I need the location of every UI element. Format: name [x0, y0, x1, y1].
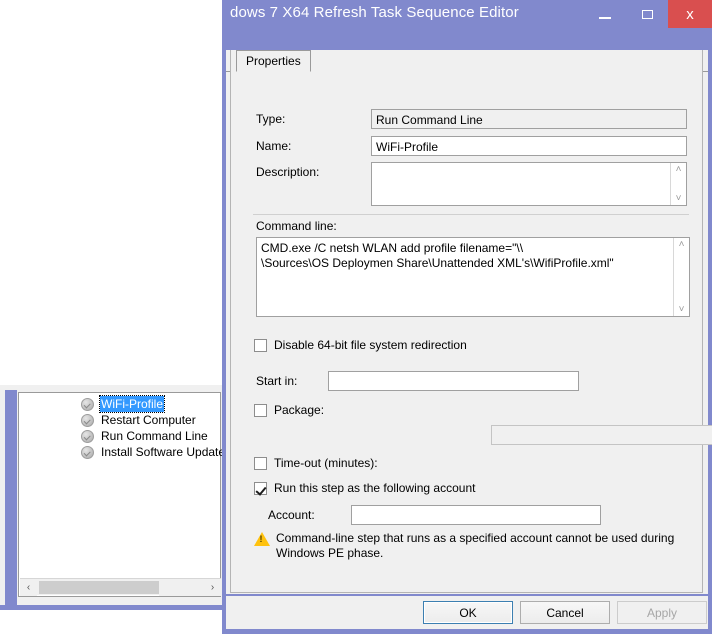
task-sequence-tree-panel[interactable]: WiFi-Profile Restart Computer Run Comman… [18, 392, 231, 597]
maximize-icon [641, 9, 653, 19]
command-line-input[interactable]: CMD.exe /C netsh WLAN add profile filena… [256, 237, 690, 317]
scroll-down-icon[interactable]: ˅ [679, 305, 685, 315]
task-sequence-tree-list: WiFi-Profile Restart Computer Run Comman… [19, 395, 231, 460]
close-button[interactable]: x [668, 0, 712, 28]
scrollbar-track[interactable] [159, 578, 204, 596]
maximize-button[interactable] [626, 0, 668, 28]
command-line-scrollbar[interactable]: ˄ ˅ [673, 238, 689, 316]
description-input[interactable]: ˄ ˅ [371, 162, 687, 206]
tab-properties[interactable]: Properties [236, 50, 311, 72]
tree-item-restart-computer[interactable]: Restart Computer [19, 412, 220, 428]
properties-tab-panel: Type: Run Command Line Name: WiFi-Profil… [230, 50, 712, 593]
task-sequence-editor-dialog: dows 7 X64 Refresh Task Sequence Editor … [222, 0, 712, 634]
apply-button: Apply [617, 601, 707, 624]
minimize-button[interactable] [584, 0, 626, 28]
start-in-label: Start in: [256, 374, 298, 388]
section-divider [253, 214, 689, 215]
tree-item-install-software-updates[interactable]: Install Software Updates [19, 444, 231, 460]
scroll-up-icon[interactable]: ˄ [679, 240, 685, 250]
package-input [491, 425, 712, 445]
scroll-right-arrow-icon[interactable]: › [204, 578, 221, 596]
type-value: Run Command Line [371, 109, 687, 129]
start-in-input[interactable] [328, 371, 579, 391]
disable-redirection-checkbox-row[interactable]: Disable 64-bit file system redirection [254, 338, 467, 352]
timeout-checkbox[interactable] [254, 456, 267, 470]
ok-button[interactable]: OK [423, 601, 513, 624]
type-label: Type: [256, 112, 286, 126]
disable-redirection-label: Disable 64-bit file system redirection [274, 338, 467, 352]
command-line-text[interactable]: CMD.exe /C netsh WLAN add profile filena… [257, 238, 673, 316]
scrollbar-thumb[interactable] [39, 580, 159, 594]
tree-item-wifi-profile[interactable]: WiFi-Profile [19, 395, 220, 413]
warning-icon [254, 532, 270, 546]
minimize-icon [599, 17, 611, 19]
window-controls: x [584, 0, 712, 28]
package-checkbox[interactable] [254, 403, 267, 417]
dialog-title: dows 7 X64 Refresh Task Sequence Editor [230, 4, 519, 21]
description-label: Description: [256, 165, 320, 179]
run-as-account-checkbox[interactable] [254, 481, 267, 495]
step-check-icon [81, 413, 94, 427]
tree-item-label: Install Software Updates [101, 445, 232, 459]
package-checkbox-row[interactable]: Package: [254, 403, 324, 417]
command-line-label: Command line: [256, 219, 337, 233]
timeout-checkbox-row[interactable]: Time-out (minutes): [254, 456, 378, 470]
name-label: Name: [256, 139, 292, 153]
step-check-icon [81, 445, 94, 459]
name-input[interactable]: WiFi-Profile [371, 136, 687, 156]
description-text[interactable] [372, 163, 670, 205]
run-as-account-label: Run this step as the following account [274, 481, 476, 495]
scroll-down-icon[interactable]: ˅ [676, 194, 682, 204]
description-scrollbar[interactable]: ˄ ˅ [670, 163, 686, 205]
screenshot-root: WiFi-Profile Restart Computer Run Comman… [0, 0, 712, 643]
warning-text: Command-line step that runs as a specifi… [276, 531, 675, 560]
dialog-bottom-edge [222, 629, 712, 634]
dialog-footer: OK Cancel Apply [226, 596, 708, 629]
tree-item-label: Run Command Line [101, 429, 208, 443]
timeout-label: Time-out (minutes): [274, 456, 378, 470]
dialog-body: Properties Options Type: Run Command Lin… [226, 50, 712, 594]
scroll-left-arrow-icon[interactable]: ‹ [20, 578, 37, 596]
account-label: Account: [268, 508, 315, 522]
parent-window-bottom-border [0, 605, 238, 610]
tree-item-label: Restart Computer [101, 413, 196, 427]
step-check-icon [81, 397, 94, 411]
cancel-button[interactable]: Cancel [520, 601, 610, 624]
warning-message: Command-line step that runs as a specifi… [254, 531, 684, 561]
run-as-account-checkbox-row[interactable]: Run this step as the following account [254, 481, 475, 495]
step-check-icon [81, 429, 94, 443]
tree-item-label: WiFi-Profile [99, 395, 165, 413]
scroll-up-icon[interactable]: ˄ [676, 165, 682, 175]
tree-item-run-command-line[interactable]: Run Command Line [19, 428, 220, 444]
tree-horizontal-scrollbar[interactable]: ‹ › [20, 578, 221, 596]
disable-redirection-checkbox[interactable] [254, 338, 267, 352]
account-input[interactable] [351, 505, 601, 525]
parent-window-left-border [5, 390, 17, 605]
dialog-titlebar[interactable]: dows 7 X64 Refresh Task Sequence Editor … [222, 0, 712, 28]
package-label: Package: [274, 403, 325, 417]
